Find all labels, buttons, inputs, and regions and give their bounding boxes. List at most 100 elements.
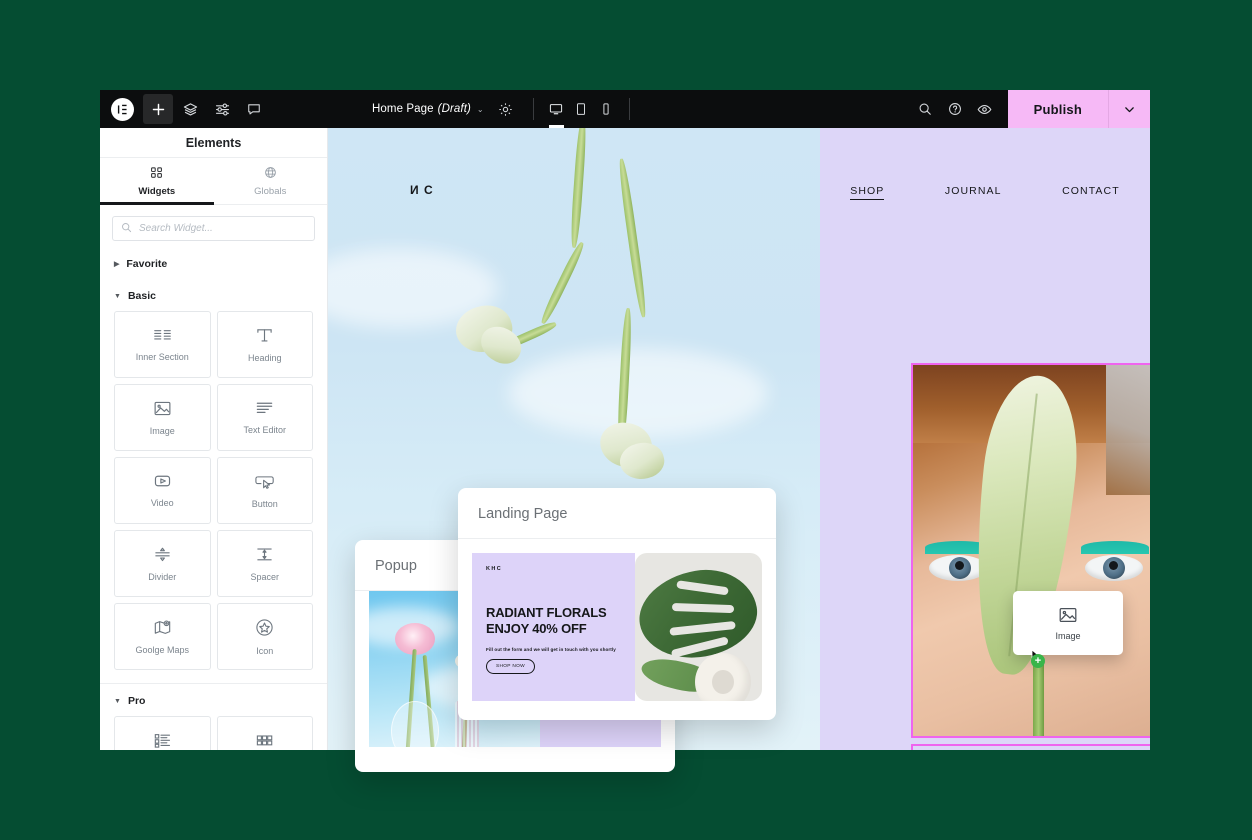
widget-portfolio[interactable]: Portfolio — [216, 716, 313, 750]
document-title: Home Page (Draft) ⌄ — [372, 103, 484, 115]
search-input[interactable] — [139, 223, 306, 234]
widget-label: Heading — [247, 352, 282, 363]
site-settings-button[interactable] — [207, 94, 237, 124]
chevron-down-icon: ▼ — [114, 292, 121, 300]
promo-headline-line2: ENJOY 40% OFF — [486, 621, 587, 637]
chevron-right-icon: ▶ — [114, 261, 120, 268]
tab-widgets[interactable]: Widgets — [100, 158, 214, 204]
widget-spacer[interactable]: Spacer — [216, 530, 313, 597]
portrait-right-eye — [1085, 555, 1143, 581]
chevron-down-icon[interactable]: ⌄ — [477, 105, 484, 114]
toolbar-divider-2 — [628, 98, 630, 120]
site-logo-partial: И С — [410, 183, 434, 197]
add-element-button[interactable] — [143, 94, 173, 124]
widget-text-editor[interactable]: Text Editor — [216, 384, 313, 451]
top-bar-left-group — [100, 90, 271, 128]
promo-headline-line1: RADIANT FLORALS — [486, 605, 607, 620]
widget-label: Goolge Maps — [135, 644, 190, 655]
category-favorite-label: Favorite — [126, 258, 168, 270]
widget-image[interactable]: Image — [114, 384, 211, 451]
category-pro[interactable]: ▼ Pro — [100, 684, 327, 716]
elementor-logo-icon[interactable] — [111, 97, 134, 121]
nav-item-journal[interactable]: JOURNAL — [945, 185, 1002, 200]
portrait-eyeshadow-right — [1081, 541, 1149, 554]
grid-icon — [100, 166, 214, 182]
columns-icon — [153, 327, 172, 343]
chevron-down-icon: ▼ — [114, 697, 121, 705]
elements-panel: Elements Widgets Globals Search Widget..… — [100, 128, 328, 750]
category-basic-label: Basic — [127, 290, 156, 302]
promo-cta-button[interactable]: SHOP NOW — [486, 659, 535, 674]
landing-page-preview-card[interactable]: Landing Page KHC RADIANT FLORALS ENJOY 4… — [458, 488, 776, 720]
publish-options-button[interactable] — [1108, 90, 1150, 128]
globe-icon — [214, 166, 328, 182]
gear-icon[interactable] — [498, 102, 513, 117]
category-basic[interactable]: ▼ Basic — [100, 279, 327, 311]
widget-grid-basic: Inner Section Heading Image Text Editor … — [100, 311, 327, 670]
widget-label: Video — [150, 498, 174, 508]
widget-label: Divider — [148, 571, 177, 582]
widget-label: Image — [149, 425, 175, 436]
tab-widgets-label: Widgets — [138, 186, 176, 197]
star-circle-icon — [255, 618, 274, 637]
posts-list-icon — [153, 732, 172, 749]
widget-grid-pro: Posts Portfolio — [100, 716, 327, 750]
notes-button[interactable] — [239, 94, 269, 124]
widget-button[interactable]: Button — [216, 457, 313, 524]
responsive-mobile-button[interactable] — [594, 90, 619, 128]
help-button[interactable] — [940, 94, 970, 124]
promo-brand: KHC — [486, 566, 503, 572]
site-nav: SHOP JOURNAL CONTACT — [820, 185, 1150, 200]
panel-title: Elements — [100, 128, 327, 158]
nav-item-shop[interactable]: SHOP — [850, 185, 885, 200]
widget-divider[interactable]: Divider — [114, 530, 211, 597]
search-icon — [121, 220, 132, 238]
search-widget-container — [100, 205, 327, 247]
category-pro-label: Pro — [127, 695, 146, 707]
widget-posts[interactable]: Posts — [114, 716, 211, 750]
button-cursor-icon — [255, 473, 275, 490]
promo-image-column — [635, 553, 762, 701]
promo-subtext: Fill out the form and we will get in tou… — [486, 647, 616, 652]
widget-icon[interactable]: Icon — [216, 603, 313, 670]
widget-label: Icon — [256, 645, 274, 656]
widget-video[interactable]: Video — [114, 457, 211, 524]
widget-heading[interactable]: Heading — [216, 311, 313, 378]
editor-top-bar: Home Page (Draft) ⌄ Publish — [100, 90, 1150, 128]
portfolio-grid-icon — [255, 733, 274, 748]
promo-headline: RADIANT FLORALS ENJOY 40% OFF — [486, 605, 607, 638]
responsive-mode-group — [534, 90, 629, 128]
responsive-desktop-button[interactable] — [544, 90, 569, 128]
dragged-image-widget[interactable]: Image — [1013, 591, 1123, 655]
document-title-group[interactable]: Home Page (Draft) ⌄ — [372, 90, 513, 128]
spacer-icon — [255, 546, 274, 563]
tab-globals-label: Globals — [254, 186, 287, 197]
drop-target[interactable] — [911, 744, 1150, 750]
responsive-tablet-button[interactable] — [569, 90, 594, 128]
widget-label: Text Editor — [243, 425, 287, 435]
tab-globals[interactable]: Globals — [214, 158, 328, 204]
image-icon — [1058, 606, 1078, 624]
panel-tabs: Widgets Globals — [100, 158, 327, 205]
search-widget-box[interactable] — [112, 216, 315, 241]
promo-banner: KHC RADIANT FLORALS ENJOY 40% OFF Fill o… — [472, 553, 762, 701]
publish-button[interactable]: Publish — [1007, 90, 1108, 128]
widget-google-maps[interactable]: Goolge Maps — [114, 603, 211, 670]
widget-label: Inner Section — [135, 352, 189, 362]
nav-item-contact[interactable]: CONTACT — [1062, 185, 1120, 200]
preview-button[interactable] — [970, 94, 1000, 124]
selected-image-widget[interactable] — [911, 363, 1150, 738]
category-favorite[interactable]: ▶ Favorite — [100, 247, 327, 279]
landing-card-title: Landing Page — [458, 488, 776, 539]
promo-text-column: KHC RADIANT FLORALS ENJOY 40% OFF Fill o… — [472, 553, 636, 701]
text-t-icon — [255, 327, 274, 344]
divider-icon — [153, 546, 172, 563]
search-button[interactable] — [910, 94, 940, 124]
navigator-button[interactable] — [175, 94, 205, 124]
portrait-background — [1106, 365, 1150, 495]
widget-inner-section[interactable]: Inner Section — [114, 311, 211, 378]
document-name: Home Page — [372, 103, 434, 115]
map-pin-icon — [153, 619, 172, 636]
top-bar-right-group: Publish — [904, 90, 1150, 128]
image-icon — [153, 400, 172, 417]
